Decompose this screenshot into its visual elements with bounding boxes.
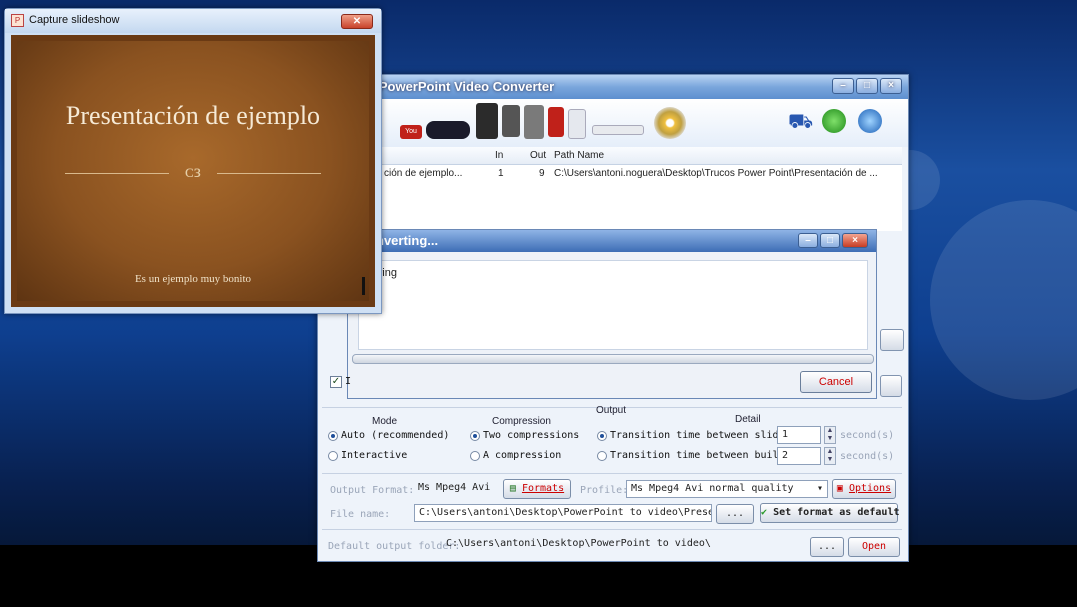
side-button[interactable] xyxy=(880,329,904,351)
media-device-icon[interactable] xyxy=(592,125,644,135)
slides-seconds-unit: second(s) xyxy=(840,430,895,441)
slides-time-input[interactable]: 1 xyxy=(777,426,821,444)
help-icon[interactable] xyxy=(858,109,882,133)
transition-builds-label: Transition time between builds xyxy=(610,450,791,461)
path-cell: C:\Users\antoni.noguera\Desktop\Trucos P… xyxy=(554,168,878,179)
output-folder-label: Default output folder: xyxy=(328,541,461,552)
conversion-log: tstring xyxy=(358,260,868,350)
profile-select-value: Ms Mpeg4 Avi normal quality xyxy=(631,483,794,494)
slide-subtitle: Es un ejemplo muy bonito xyxy=(134,273,252,285)
checkmark-icon: ✔ xyxy=(761,507,768,518)
output-format-value: Ms Mpeg4 Avi xyxy=(418,482,491,493)
formats-button[interactable]: ▤ Formats xyxy=(503,479,571,499)
close-button[interactable]: × xyxy=(880,78,902,94)
slide-ornament: ᴄᴈ xyxy=(185,161,201,181)
options-icon: ▣ xyxy=(836,483,843,494)
desktop-decoration xyxy=(930,200,1077,400)
section-divider xyxy=(322,473,902,474)
builds-time-input[interactable]: 2 xyxy=(777,447,821,465)
builds-time-spinner[interactable]: ▲ ▼ xyxy=(824,447,836,465)
compression-label: Compression xyxy=(492,416,551,427)
builds-seconds-unit: second(s) xyxy=(840,451,895,462)
update-icon[interactable] xyxy=(822,109,846,133)
file-browse-button[interactable]: ... xyxy=(716,504,754,524)
cart-icon[interactable]: ⛟ xyxy=(788,111,813,133)
in-cell: 1 xyxy=(498,168,504,179)
formats-icon: ▤ xyxy=(509,483,516,494)
mode-interactive-radio[interactable] xyxy=(328,451,338,461)
phone-icon[interactable] xyxy=(476,103,498,139)
column-out[interactable]: Out xyxy=(530,150,546,161)
side-button[interactable] xyxy=(880,375,902,397)
set-default-button[interactable]: ✔ Set format as default xyxy=(760,503,900,523)
presentation-icon: P xyxy=(11,14,24,27)
disc-icon[interactable] xyxy=(654,107,686,139)
slide-preview: Presentación de ejemplo ᴄᴈ Es un ejemplo… xyxy=(11,35,375,307)
profile-select[interactable]: Ms Mpeg4 Avi normal quality ▾ xyxy=(626,480,828,498)
capture-title-bar: P Capture slideshow ✕ xyxy=(5,9,381,33)
chevron-down-icon: ▾ xyxy=(816,483,823,494)
phone-icon[interactable] xyxy=(502,105,520,137)
maximize-button[interactable]: □ xyxy=(820,233,840,248)
column-in[interactable]: In xyxy=(495,150,503,161)
converting-dialog: nverting... – □ × tstring Cancel xyxy=(347,229,877,399)
mode-auto-radio[interactable] xyxy=(328,431,338,441)
youtube-icon[interactable]: You xyxy=(400,125,422,139)
profile-label: Profile: xyxy=(580,485,629,496)
capture-slideshow-window: P Capture slideshow ✕ Presentación de ej… xyxy=(4,8,382,314)
cancel-button[interactable]: Cancel xyxy=(800,371,872,393)
psp-icon[interactable] xyxy=(426,121,470,139)
option-checkbox[interactable]: ✓ xyxy=(330,376,342,388)
device-toolbar: You ⛟ xyxy=(318,99,908,147)
compression-one-label: A compression xyxy=(483,450,562,461)
compression-two-radio[interactable] xyxy=(470,431,480,441)
options-button[interactable]: ▣ Options xyxy=(832,479,896,499)
file-name-input[interactable]: C:\Users\antoni\Desktop\PowerPoint to vi… xyxy=(414,504,712,522)
converter-title-bar: e PowerPoint Video Converter – □ × xyxy=(318,75,908,99)
column-path[interactable]: Path Name xyxy=(554,150,604,161)
transition-slides-radio[interactable] xyxy=(597,431,607,441)
mode-label: Mode xyxy=(372,416,398,427)
minimize-button[interactable]: – xyxy=(832,78,854,94)
phone-icon[interactable] xyxy=(548,107,564,137)
maximize-button[interactable]: □ xyxy=(856,78,878,94)
converting-title: nverting... xyxy=(376,233,439,248)
detail-label: Detail xyxy=(735,414,761,425)
set-default-button-label: Set format as default xyxy=(773,507,900,518)
out-cell: 9 xyxy=(539,168,545,179)
open-folder-button[interactable]: Open xyxy=(848,537,900,557)
option-checkbox-label: I xyxy=(345,376,352,387)
output-format-label: Output Format: xyxy=(330,485,415,496)
folder-browse-button[interactable]: ... xyxy=(810,537,844,557)
text-cursor-icon xyxy=(362,277,365,295)
slide-title: Presentación de ejemplo xyxy=(65,101,321,130)
ipod-icon[interactable] xyxy=(568,109,586,139)
transition-builds-radio[interactable] xyxy=(597,451,607,461)
formats-button-label: Formats xyxy=(521,483,565,494)
section-divider xyxy=(322,529,902,530)
compression-one-radio[interactable] xyxy=(470,451,480,461)
converting-title-bar: nverting... – □ × xyxy=(348,230,876,252)
table-row[interactable]: ción de ejemplo... 1 9 C:\Users\antoni.n… xyxy=(318,165,902,181)
output-label: Output xyxy=(596,405,627,416)
file-name-label: File name: xyxy=(330,509,391,520)
options-button-label: Options xyxy=(848,483,892,494)
conversion-progress-bar xyxy=(352,354,874,364)
close-button[interactable]: ✕ xyxy=(341,14,373,29)
minimize-button[interactable]: – xyxy=(798,233,818,248)
file-name-cell: ción de ejemplo... xyxy=(384,168,463,179)
slides-time-spinner[interactable]: ▲ ▼ xyxy=(824,426,836,444)
file-list-header: In Out Path Name xyxy=(318,147,902,165)
media-player-icon[interactable] xyxy=(524,105,544,139)
mode-interactive-label: Interactive xyxy=(341,450,408,461)
window-title: e PowerPoint Video Converter xyxy=(368,79,555,94)
file-list[interactable] xyxy=(318,181,902,231)
capture-window-title: Capture slideshow xyxy=(29,14,120,26)
close-button[interactable]: × xyxy=(842,233,868,248)
transition-slides-label: Transition time between slides xyxy=(610,430,791,441)
output-folder-value: C:\Users\antoni\Desktop\PowerPoint to vi… xyxy=(446,538,711,549)
mode-auto-label: Auto (recommended) xyxy=(341,430,450,441)
compression-two-label: Two compressions xyxy=(483,430,580,441)
